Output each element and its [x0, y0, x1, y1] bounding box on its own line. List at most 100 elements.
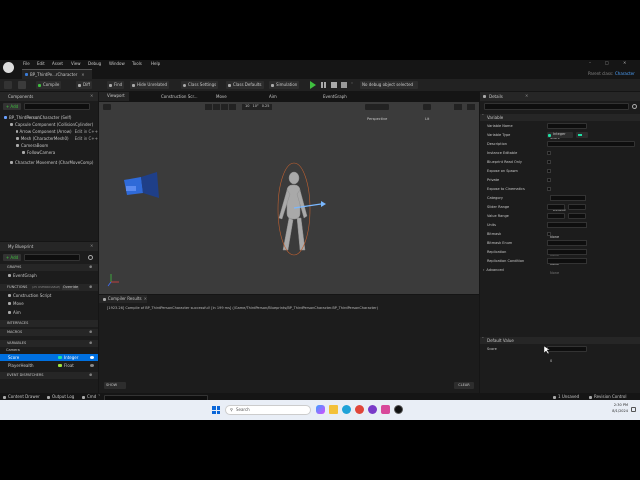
dispatchers-add-icon[interactable]: ⊕	[89, 373, 92, 377]
output-log-button[interactable]: Output Log	[47, 395, 74, 399]
play-icon[interactable]	[310, 81, 316, 89]
chevron-down-icon[interactable]: ˅	[351, 83, 353, 87]
hide-unrelated-button[interactable]: Hide Unrelated	[130, 81, 170, 89]
revision-control-button[interactable]: Revision Control	[589, 395, 626, 399]
read-only-checkbox[interactable]	[547, 160, 551, 164]
debug-object-select[interactable]: No debug object selected	[360, 81, 418, 89]
default-value-section[interactable]: ˅ Default Value	[480, 337, 640, 344]
macros-section[interactable]: MACROS ⊕	[0, 329, 98, 336]
components-add-button[interactable]: + Add	[3, 103, 21, 110]
dispatchers-section[interactable]: EVENT DISPATCHERS ⊕	[0, 372, 98, 379]
graphs-section[interactable]: GRAPHS ⊕	[0, 264, 98, 271]
graph-item-eventgraph[interactable]: EventGraph	[5, 272, 37, 279]
blueprint-search-input[interactable]: Search	[24, 254, 80, 271]
advanced-expander[interactable]: › Advanced	[480, 266, 640, 275]
variable-category-camera[interactable]: Camera	[6, 348, 20, 353]
class-settings-button[interactable]: Class Settings	[181, 81, 219, 89]
class-defaults-button[interactable]: Class Defaults	[226, 81, 264, 89]
unsaved-button[interactable]: 1 Unsaved	[553, 395, 579, 399]
menu-edit[interactable]: Edit	[37, 62, 45, 66]
tab-viewport[interactable]: Viewport	[99, 92, 129, 101]
description-input[interactable]	[547, 141, 635, 147]
variable-row-score[interactable]: Score Integer	[0, 354, 98, 361]
windows-start-icon[interactable]	[212, 406, 220, 414]
variables-section[interactable]: VARIABLES ⊕	[0, 340, 98, 347]
instance-editable-checkbox[interactable]	[547, 151, 551, 155]
graphs-add-icon[interactable]: ⊕	[89, 265, 92, 269]
slider-range-max[interactable]	[568, 204, 586, 210]
function-item-construction[interactable]: Construction Script	[5, 292, 51, 299]
category-select[interactable]: Default	[550, 195, 586, 212]
tab-move[interactable]: Move	[216, 95, 227, 99]
components-close-icon[interactable]: ✕	[90, 94, 93, 98]
components-search-input[interactable]: Search	[24, 103, 90, 120]
replication-select[interactable]: None	[547, 249, 587, 266]
cmd-button[interactable]: Cmd ˅	[82, 395, 100, 399]
tree-item-movement[interactable]: Character Movement (CharMoveComp)	[0, 159, 98, 166]
default-score-input[interactable]: 0	[547, 346, 587, 363]
taskbar-search-input[interactable]: ⚲ Search	[225, 405, 311, 415]
variable-row-playerhealth[interactable]: PlayerHealth Float	[0, 362, 98, 369]
viewport[interactable]: 10 10° 0.25 Perspective Lit	[99, 102, 479, 294]
details-search-input[interactable]: Search	[484, 103, 629, 120]
functions-add-icon[interactable]: ⊕	[89, 285, 92, 289]
stop-icon[interactable]	[341, 82, 347, 88]
browse-icon[interactable]	[18, 81, 26, 89]
private-checkbox[interactable]	[547, 178, 551, 182]
save-icon[interactable]	[4, 81, 12, 89]
show-button[interactable]: SHOW	[104, 382, 126, 389]
function-item-move[interactable]: Move	[5, 299, 51, 308]
compiler-close-icon[interactable]: ✕	[144, 297, 147, 301]
tree-item-cameraboom[interactable]: CameraBoom	[0, 142, 98, 149]
photos-app-icon[interactable]	[381, 405, 390, 414]
find-button[interactable]: Find	[107, 81, 125, 89]
bitmask-checkbox[interactable]	[547, 232, 551, 236]
tab-eventgraph[interactable]: EventGraph	[323, 95, 347, 99]
my-blueprint-close-icon[interactable]: ✕	[90, 244, 93, 248]
units-select[interactable]: None	[547, 222, 587, 239]
variable-name-input[interactable]: Score	[547, 123, 587, 140]
diff-button[interactable]: Diff	[76, 81, 92, 89]
tree-item-mesh[interactable]: Mesh (CharacterMesh0) Edit in C++	[0, 135, 98, 142]
menu-asset[interactable]: Asset	[52, 62, 63, 66]
replication-condition-select[interactable]: None	[547, 258, 587, 275]
menu-window[interactable]: Window	[109, 62, 125, 66]
variable-type-select[interactable]: Integer	[547, 132, 573, 138]
edit-in-cpp-link[interactable]: Edit in C++	[75, 129, 98, 134]
chrome-browser-icon[interactable]	[355, 405, 364, 414]
expose-on-spawn-checkbox[interactable]	[547, 169, 551, 173]
file-explorer-icon[interactable]	[329, 405, 338, 414]
value-range-max[interactable]	[568, 213, 586, 219]
tab-aim[interactable]: Aim	[269, 95, 277, 99]
gear-icon[interactable]	[88, 255, 93, 260]
slider-range-min[interactable]	[547, 204, 565, 210]
tab-construction[interactable]: Construction Scr...	[161, 95, 198, 99]
menu-file[interactable]: File	[23, 62, 30, 66]
details-close-icon[interactable]: ✕	[525, 94, 528, 98]
blueprint-add-button[interactable]: + Add	[3, 254, 21, 261]
menu-tools[interactable]: Tools	[132, 62, 142, 66]
clear-button[interactable]: CLEAR	[454, 382, 474, 389]
compiler-results-tab[interactable]: Compiler Results ✕	[99, 295, 147, 303]
tab-close-icon[interactable]: ✕	[81, 72, 84, 77]
tree-item-self[interactable]: BP_ThirdPersonCharacter (Self)	[0, 114, 98, 121]
content-drawer-button[interactable]: Content Drawer	[3, 395, 40, 399]
notification-icon[interactable]	[631, 407, 636, 412]
step-icon[interactable]	[331, 82, 337, 88]
visibility-eye-icon[interactable]	[90, 364, 94, 367]
menu-view[interactable]: View	[71, 62, 81, 66]
functions-section[interactable]: FUNCTIONS (25 OVERRIDABLE) Override ⊕	[0, 284, 98, 291]
container-type-select[interactable]	[576, 132, 588, 138]
details-settings-icon[interactable]	[632, 104, 637, 109]
edge-browser-icon[interactable]	[342, 405, 351, 414]
tab-blueprint[interactable]: BP_ThirdPe...rCharacter ✕	[22, 69, 92, 79]
expose-cinematics-checkbox[interactable]	[547, 187, 551, 191]
tree-item-arrow[interactable]: Arrow Component (Arrow) Edit in C++	[0, 128, 98, 135]
parent-class-value[interactable]: Character	[615, 72, 635, 76]
media-app-icon[interactable]	[368, 405, 377, 414]
unreal-logo[interactable]	[3, 62, 14, 73]
copilot-icon[interactable]	[316, 405, 325, 414]
macros-add-icon[interactable]: ⊕	[89, 330, 92, 334]
value-range-min[interactable]	[547, 213, 565, 219]
pause-icon[interactable]	[321, 82, 326, 88]
